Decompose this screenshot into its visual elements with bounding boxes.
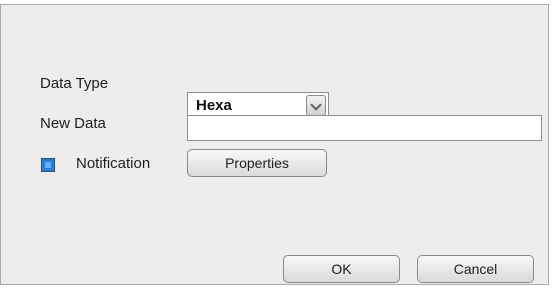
new-data-input[interactable] [187, 115, 542, 141]
new-data-label: New Data [40, 115, 106, 132]
notification-label: Notification [76, 155, 151, 172]
properties-button[interactable]: Properties [187, 149, 327, 177]
notification-checkbox[interactable] [41, 158, 55, 172]
cancel-button[interactable]: Cancel [417, 255, 534, 283]
chevron-down-icon [310, 99, 322, 111]
dropdown-button[interactable] [306, 95, 326, 116]
data-type-select-value: Hexa [196, 97, 232, 114]
checkbox-checked-icon [45, 162, 51, 168]
dialog-window: Data Type Hexa New Data Notification Pro… [0, 4, 549, 285]
ok-button[interactable]: OK [283, 255, 400, 283]
data-type-label: Data Type [40, 75, 109, 92]
